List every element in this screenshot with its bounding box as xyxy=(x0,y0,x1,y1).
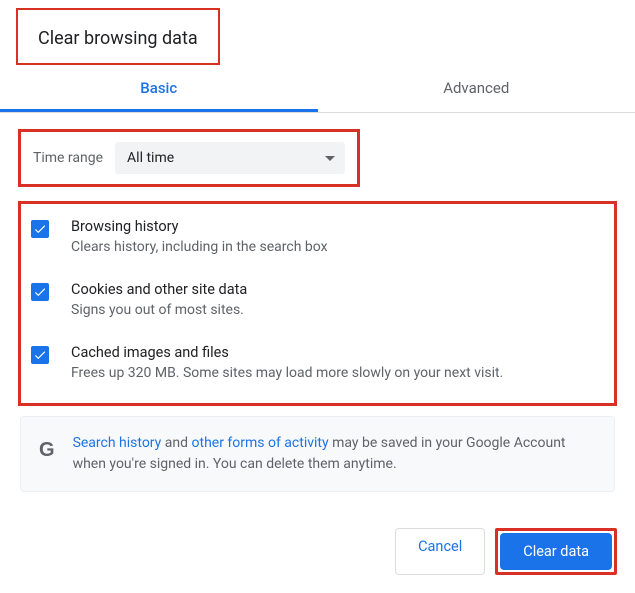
tabs: Basic Advanced xyxy=(0,65,635,113)
option-text: Cookies and other site data Signs you ou… xyxy=(71,281,247,318)
option-title: Browsing history xyxy=(71,218,328,235)
tab-advanced[interactable]: Advanced xyxy=(318,65,635,112)
option-desc: Clears history, including in the search … xyxy=(71,239,328,255)
option-desc: Signs you out of most sites. xyxy=(71,302,247,318)
clear-browsing-data-dialog: Clear browsing data Basic Advanced Time … xyxy=(0,0,635,492)
option-desc: Frees up 320 MB. Some sites may load mor… xyxy=(71,365,503,381)
dialog-actions: Cancel Clear data xyxy=(395,528,617,575)
tab-basic[interactable]: Basic xyxy=(0,65,318,112)
checkbox-browsing-history[interactable] xyxy=(31,220,49,238)
timerange-value: All time xyxy=(127,150,174,166)
option-text: Browsing history Clears history, includi… xyxy=(71,218,328,255)
option-cookies: Cookies and other site data Signs you ou… xyxy=(31,281,604,318)
option-title: Cookies and other site data xyxy=(71,281,247,298)
check-icon xyxy=(33,285,47,299)
link-search-history[interactable]: Search history xyxy=(73,435,162,451)
check-icon xyxy=(33,222,47,236)
timerange-select[interactable]: All time xyxy=(115,142,345,174)
timerange-row: Time range All time xyxy=(18,129,360,187)
google-account-info: G Search history and other forms of acti… xyxy=(20,416,615,492)
option-title: Cached images and files xyxy=(71,344,503,361)
options-list: Browsing history Clears history, includi… xyxy=(18,201,617,406)
option-browsing-history: Browsing history Clears history, includi… xyxy=(31,218,604,255)
clear-button-highlight: Clear data xyxy=(495,528,617,575)
link-other-activity[interactable]: other forms of activity xyxy=(192,435,329,451)
check-icon xyxy=(33,348,47,362)
clear-data-button[interactable]: Clear data xyxy=(500,533,612,570)
caret-down-icon xyxy=(325,156,335,161)
title-highlight: Clear browsing data xyxy=(16,8,220,65)
timerange-label: Time range xyxy=(33,150,103,166)
dialog-content: Time range All time Browsing history Cle… xyxy=(0,113,635,492)
google-g-icon: G xyxy=(39,435,55,465)
checkbox-cache[interactable] xyxy=(31,346,49,364)
info-text: Search history and other forms of activi… xyxy=(73,433,596,475)
checkbox-cookies[interactable] xyxy=(31,283,49,301)
cancel-button[interactable]: Cancel xyxy=(395,528,485,575)
option-cache: Cached images and files Frees up 320 MB.… xyxy=(31,344,604,381)
dialog-title: Clear browsing data xyxy=(18,10,218,63)
option-text: Cached images and files Frees up 320 MB.… xyxy=(71,344,503,381)
